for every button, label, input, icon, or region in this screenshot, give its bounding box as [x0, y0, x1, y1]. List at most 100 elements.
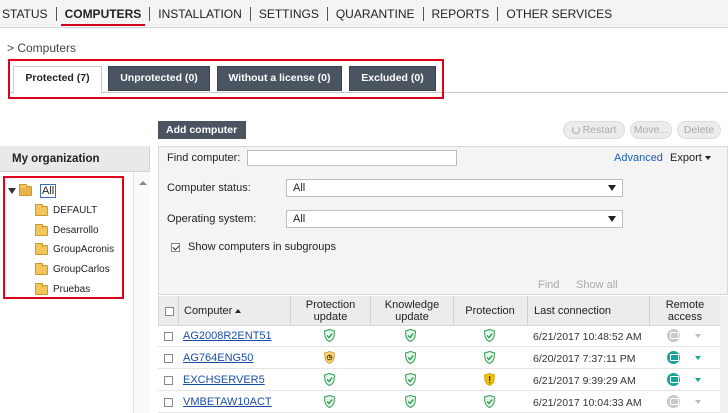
- tabs-highlight-box: [8, 59, 444, 99]
- remote-access-icon[interactable]: [667, 395, 680, 408]
- tree-item-label: GroupAcronis: [53, 244, 115, 255]
- tree-item-groupacronis[interactable]: GroupAcronis: [35, 242, 114, 257]
- folder-icon: [19, 183, 32, 196]
- last-connection-value: 6/21/2017 9:39:29 AM: [533, 375, 636, 387]
- tree-root-all[interactable]: All: [8, 183, 57, 198]
- folder-icon: [35, 203, 48, 216]
- column-divider: [178, 296, 179, 326]
- column-protection[interactable]: Protection: [454, 296, 526, 326]
- row-checkbox[interactable]: [164, 332, 173, 341]
- sort-ascending-icon: [235, 309, 242, 313]
- row-checkbox[interactable]: [164, 376, 173, 385]
- tree-root-label: All: [40, 183, 57, 198]
- remote-access-icon[interactable]: [667, 351, 680, 364]
- computer-status-label: Computer status:: [167, 182, 251, 194]
- computer-status-value: All: [293, 182, 306, 194]
- chevron-down-icon: [704, 156, 711, 161]
- dropdown-arrow-icon: [608, 185, 616, 191]
- advanced-link[interactable]: Advanced: [614, 152, 663, 164]
- computer-name-link[interactable]: AG2008R2ENT51: [183, 330, 272, 342]
- table-row[interactable]: VMBETAW10ACT 6/21/2017 10:04:33 AM: [158, 392, 728, 413]
- row-checkbox[interactable]: [164, 398, 173, 407]
- last-connection-value: 6/21/2017 10:04:33 AM: [533, 397, 642, 409]
- shield-check-icon: [404, 372, 417, 387]
- dropdown-arrow-icon: [608, 216, 616, 222]
- find-computer-label: Find computer:: [167, 152, 241, 164]
- column-divider: [527, 296, 528, 326]
- top-navigation: STATUS COMPUTERS INSTALLATION SETTINGS Q…: [0, 0, 728, 28]
- remote-access-dropdown-icon[interactable]: [695, 400, 701, 404]
- computer-name-link[interactable]: VMBETAW10ACT: [183, 396, 272, 408]
- select-all-checkbox[interactable]: [165, 307, 174, 316]
- shield-warning-icon: [484, 373, 495, 386]
- show-all-button[interactable]: Show all: [576, 279, 618, 291]
- shield-check-icon: [323, 372, 336, 387]
- shield-check-icon: [323, 328, 336, 343]
- operating-system-label: Operating system:: [167, 213, 257, 225]
- shield-check-icon: [404, 350, 417, 365]
- table-row[interactable]: AG2008R2ENT51 6/21/2017 10:48:52 AM: [158, 326, 728, 347]
- filter-panel: Find computer: Advanced Export Computer …: [158, 146, 728, 295]
- computer-name-link[interactable]: EXCHSERVER5: [183, 374, 265, 386]
- tree-scrollbar[interactable]: [133, 172, 150, 413]
- column-protection-update[interactable]: Protection update: [291, 296, 370, 326]
- find-button[interactable]: Find: [538, 279, 559, 291]
- add-computer-button[interactable]: Add computer: [158, 121, 246, 151]
- remote-access-icon[interactable]: [667, 329, 680, 342]
- column-computer[interactable]: Computer: [184, 296, 284, 326]
- shield-check-icon: [483, 350, 496, 365]
- export-label: Export: [670, 152, 702, 164]
- tree-item-label: GroupCarlos: [53, 264, 110, 275]
- tree-item-pruebas[interactable]: Pruebas: [35, 282, 90, 297]
- organization-title: My organization: [0, 146, 149, 172]
- table-row[interactable]: EXCHSERVER5 6/21/2017 9:39:29 AM: [158, 370, 728, 391]
- table-scrollbar[interactable]: [720, 296, 728, 413]
- shield-updating-icon: [324, 351, 335, 364]
- show-subgroups-label: Show computers in subgroups: [188, 241, 336, 253]
- tree-item-desarrollo[interactable]: Desarrollo: [35, 223, 99, 238]
- add-computer-label: Add computer: [166, 124, 238, 136]
- operating-system-select[interactable]: All: [286, 210, 623, 228]
- folder-icon: [35, 282, 48, 295]
- table-row[interactable]: AG764ENG50 6/20/2017 7:37:11 PM: [158, 348, 728, 369]
- folder-icon: [35, 262, 48, 275]
- nav-quarantine[interactable]: QUARANTINE: [328, 0, 423, 28]
- column-computer-label: Computer: [184, 305, 233, 317]
- remote-access-dropdown-icon[interactable]: [695, 356, 701, 360]
- folder-icon: [35, 242, 48, 255]
- column-remote-access: Remote access: [665, 299, 705, 323]
- computer-status-select[interactable]: All: [286, 179, 623, 197]
- nav-installation[interactable]: INSTALLATION: [150, 0, 250, 28]
- tree-item-label: DEFAULT: [53, 205, 98, 216]
- nav-other-services[interactable]: OTHER SERVICES: [498, 0, 620, 28]
- nav-computers[interactable]: COMPUTERS: [57, 0, 150, 28]
- remote-access-icon[interactable]: [667, 373, 680, 386]
- refresh-icon: [571, 126, 580, 134]
- tree-item-default[interactable]: DEFAULT: [35, 203, 97, 218]
- tree-item-label: Desarrollo: [53, 225, 99, 236]
- remote-access-dropdown-icon[interactable]: [695, 334, 701, 338]
- last-connection-value: 6/20/2017 7:37:11 PM: [533, 353, 636, 365]
- operating-system-value: All: [293, 213, 306, 225]
- shield-check-icon: [404, 394, 417, 409]
- export-menu[interactable]: Export: [670, 152, 711, 164]
- breadcrumb: > Computers: [7, 41, 77, 55]
- expand-triangle-icon[interactable]: [8, 187, 16, 194]
- delete-button[interactable]: Delete: [677, 121, 721, 139]
- find-computer-input[interactable]: [247, 150, 457, 166]
- tree-item-groupcarlos[interactable]: GroupCarlos: [35, 262, 110, 277]
- nav-status[interactable]: STATUS: [0, 0, 56, 28]
- show-subgroups-checkbox[interactable]: [171, 243, 180, 252]
- shield-check-icon: [323, 394, 336, 409]
- computers-table-header: Computer Protection update Knowledge upd…: [158, 296, 728, 326]
- restart-button[interactable]: Restart: [563, 121, 625, 139]
- move-button[interactable]: Move...: [630, 121, 672, 139]
- nav-settings[interactable]: SETTINGS: [251, 0, 327, 28]
- scroll-up-icon: [139, 181, 147, 185]
- nav-reports[interactable]: REPORTS: [424, 0, 498, 28]
- column-knowledge-update[interactable]: Knowledge update: [371, 296, 453, 326]
- row-checkbox[interactable]: [164, 354, 173, 363]
- computer-name-link[interactable]: AG764ENG50: [183, 352, 253, 364]
- remote-access-dropdown-icon[interactable]: [695, 378, 701, 382]
- column-last-connection[interactable]: Last connection: [534, 296, 644, 326]
